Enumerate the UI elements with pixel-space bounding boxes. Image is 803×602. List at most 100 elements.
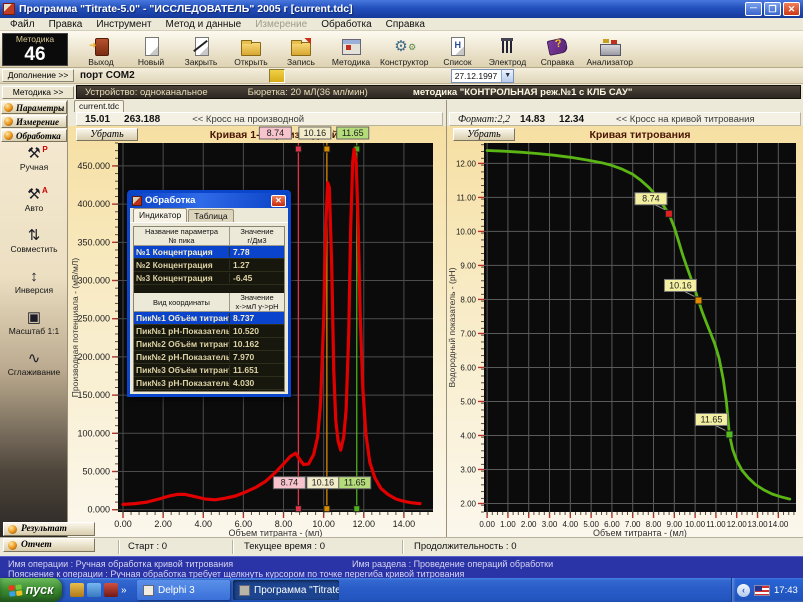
date-combobox[interactable]: 27.12.1997 ▼ [451,69,515,83]
column-header: № пика [134,236,229,245]
clock: 17:43 [774,585,798,596]
y-tick-label: 150.000 [77,390,110,400]
sidebar-tool-button[interactable]: ⇅ Совместить [10,228,57,254]
printer-icon[interactable] [157,69,173,83]
Пик№2 pH-Показатель[interactable]: Пик№2 pH-Показатель 7.970 [134,351,284,364]
Пик№2 Объём титранта[interactable]: Пик№2 Объём титранта 10.162 [134,338,284,351]
folders-icon[interactable] [189,69,205,83]
parameter-value: -6.45 [230,273,252,283]
toolbar-button[interactable]: Открыть [226,32,276,67]
sidebar-mode-button[interactable]: Измерение [1,115,67,128]
status-duration: Продолжительность : 0 [414,541,517,552]
toolbar-button-icon [289,36,313,57]
toolbar-button[interactable]: Электрод [482,32,532,67]
maximize-icon[interactable] [764,2,781,16]
toolbar-button[interactable]: Конструктор [376,32,432,67]
start-button-label: пуск [26,583,54,597]
report-button[interactable]: Отчет [3,538,95,552]
glasses-icon[interactable] [397,69,413,83]
dialog-title-bar[interactable]: Обработка [130,193,288,208]
quicklaunch-overflow-icon[interactable]: » [121,585,127,596]
sidebar-tool-button[interactable]: ⚒Р Ручная [20,146,48,172]
menu-item[interactable]: Измерение [248,19,314,30]
taskbar-task-button[interactable]: Delphi 3 [137,580,230,600]
ph-indicator[interactable] [269,69,285,83]
language-flag-icon[interactable] [754,585,770,596]
menu-item[interactable]: Файл [3,19,42,30]
№1 Концентрация[interactable]: №1 Концентрация 7.78 [134,246,284,259]
menu-item[interactable]: Справка [379,19,432,30]
addon-expand-button[interactable]: Дополнение >> [2,69,74,82]
calib1-icon[interactable] [349,69,365,83]
sidebar-tool-button[interactable]: ▣ Масштаб 1:1 [9,310,60,336]
toolbar-button[interactable]: Новый [126,32,176,67]
peak-label: 11.65 [342,128,364,138]
Пик№1 pH-Показатель[interactable]: Пик№1 pH-Показатель 10.520 [134,325,284,338]
menu-item[interactable]: Метод и данные [159,19,249,30]
menu-item[interactable]: Обработка [314,19,378,30]
toolbar-button[interactable]: Запись [276,32,326,67]
dialog-tab[interactable]: Таблица [188,209,233,222]
quicklaunch-player-icon[interactable] [104,583,118,597]
burette-icon[interactable] [429,69,445,83]
method-expand-button[interactable]: Методика >> [2,86,74,99]
camera2-icon[interactable] [237,69,253,83]
close-icon[interactable] [783,2,800,16]
remove-button[interactable]: Убрать [76,128,138,141]
sidebar-mode-label: Обработка [16,131,61,141]
start-button[interactable]: пуск [0,578,62,602]
x-tick-label: 2.00 [521,520,537,529]
paste-icon[interactable] [301,69,317,83]
№2 Концентрация[interactable]: №2 Концентрация 1.27 [134,259,284,272]
quicklaunch-lock-icon[interactable] [70,583,84,597]
toolbar-button[interactable]: Список [432,32,482,67]
toolbar-button-icon [495,36,519,57]
toolbar-button[interactable]: Выход [76,32,126,67]
parameter-value: 7.78 [230,247,250,257]
menu-item[interactable]: Инструмент [89,19,158,30]
titration-chart-plot[interactable]: 2.003.004.005.006.007.008.009.0010.0011.… [447,126,803,537]
camera1-icon[interactable] [221,69,237,83]
Пик№3 pH-Показатель[interactable]: Пик№3 pH-Показатель 4.030 [134,377,284,390]
page-icon[interactable] [317,69,333,83]
document-tab[interactable]: current.tdc [74,100,124,112]
column-header: Вид координаты [134,298,229,307]
dialog-close-icon[interactable] [271,195,286,207]
contacts-icon[interactable] [205,69,221,83]
dilute-icon[interactable] [381,69,397,83]
sidebar-mode-button[interactable]: Параметры [1,101,67,114]
sidebar-tool-button[interactable]: ⚒А Авто [25,187,44,213]
sidebar-tool-button[interactable]: ↕ Инверсия [15,269,53,295]
sidebar-mode-button[interactable]: Обработка [1,129,67,142]
remove-button[interactable]: Убрать [453,128,515,141]
peak-coordinate-name: Пик№1 Объём титранта [134,313,230,323]
toolbar-button[interactable]: Анализатор [582,32,637,67]
image-view-icon[interactable] [173,69,189,83]
tray-chevron-icon[interactable] [737,584,750,597]
minimize-icon[interactable] [745,2,762,16]
toolbar-button[interactable]: Закрыть [176,32,226,67]
№3 Концентрация[interactable]: №3 Концентрация -6.45 [134,272,284,285]
cut-icon[interactable] [413,69,429,83]
toolbar-button[interactable]: Справка [532,32,582,67]
counter-7[interactable] [333,69,349,83]
x-tick-label: 14.00 [393,519,416,529]
dialog-tab[interactable]: Индикатор [133,208,187,222]
tool-icon: ∿ [28,351,41,367]
result-button[interactable]: Результат [3,522,95,536]
blank-icon[interactable] [253,69,269,83]
word-icon[interactable] [141,69,157,83]
copy-icon[interactable] [285,69,301,83]
taskbar-task-button[interactable]: Программа "Titrate - ... [233,580,339,600]
sidebar-tool-button[interactable]: ∿ Сглаживание [8,351,61,377]
title-bar[interactable]: Программа "Titrate-5.0" - "ИССЛЕДОВАТЕЛЬ… [0,0,803,18]
chevron-down-icon[interactable]: ▼ [501,70,513,82]
menu-item[interactable]: Правка [42,19,90,30]
toolbar-button[interactable]: Методика [326,32,376,67]
Пик№3 Объём титранта[interactable]: Пик№3 Объём титранта 11.651 [134,364,284,377]
column-header: Значение [230,293,284,302]
quicklaunch-folder-icon[interactable] [87,583,101,597]
toolbar-button-label: Запись [287,57,315,67]
Пик№1 Объём титранта[interactable]: Пик№1 Объём титранта 8.737 [134,312,284,325]
calib2-icon[interactable] [365,69,381,83]
